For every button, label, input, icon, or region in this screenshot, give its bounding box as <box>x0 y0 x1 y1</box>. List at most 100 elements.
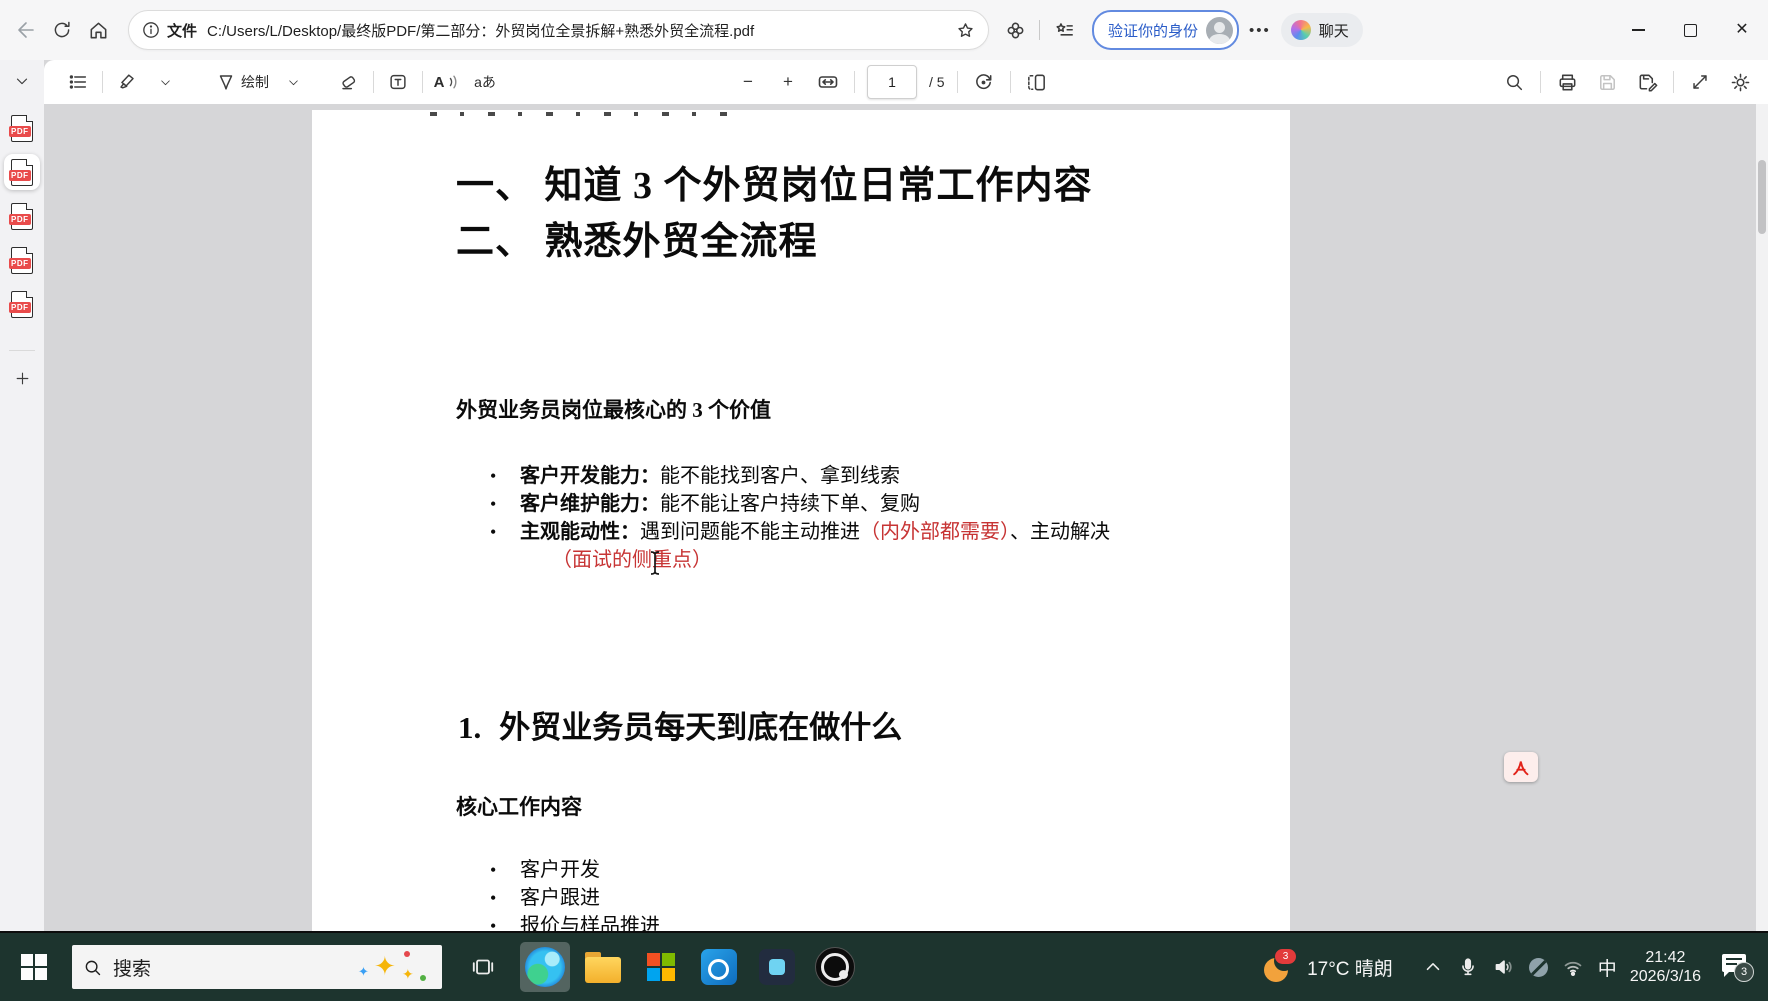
task-view-icon <box>470 954 496 980</box>
browser-toolbar: 文件 C:/Users/L/Desktop/最终版PDF/第二部分：外贸岗位全景… <box>0 0 1768 60</box>
toolbar-divider <box>422 71 423 93</box>
extensions-icon <box>1004 19 1027 42</box>
weather-text[interactable]: 17°C 晴朗 <box>1307 954 1393 981</box>
table-of-contents-button[interactable] <box>64 66 92 98</box>
chevron-down-icon <box>287 76 300 89</box>
microphone-icon[interactable] <box>1457 956 1479 978</box>
settings-more-button[interactable]: ••• <box>1249 22 1271 39</box>
toolbar-divider <box>1673 71 1674 93</box>
weather-widget[interactable]: 3 <box>1264 952 1294 982</box>
page-info-icon[interactable] <box>141 20 161 40</box>
highlight-options-button[interactable] <box>151 66 179 98</box>
tab-actions-button[interactable] <box>7 68 37 94</box>
clock-widget[interactable]: 21:42 2026/3/16 <box>1630 948 1701 986</box>
obs-studio-icon <box>815 947 855 987</box>
read-aloud-button[interactable]: A <box>433 66 461 98</box>
print-button[interactable] <box>1553 66 1581 98</box>
expand-icon <box>1689 71 1711 93</box>
copilot-sparkles-icon: ✦✦✦ <box>352 945 432 989</box>
status-disabled-icon[interactable] <box>1529 958 1548 977</box>
taskbar-dark-app-button[interactable] <box>752 942 802 992</box>
erase-button[interactable] <box>335 66 363 98</box>
page-layout-icon <box>1025 71 1048 94</box>
zoom-out-button[interactable]: − <box>734 66 762 98</box>
save-as-button[interactable] <box>1633 66 1661 98</box>
highlight-button[interactable] <box>113 66 141 98</box>
refresh-button[interactable] <box>44 12 80 48</box>
close-button[interactable]: ✕ <box>1716 0 1768 60</box>
page-number-input[interactable] <box>867 65 917 99</box>
bullet-label: 客户维护能力： <box>520 493 660 515</box>
translate-button[interactable]: aあ <box>471 66 499 98</box>
draw-label: 绘制 <box>241 72 269 92</box>
window-controls: ✕ <box>1612 0 1768 60</box>
core-values-list: •客户开发能力：能不能找到客户、拿到线索 •客户维护能力：能不能让客户持续下单、… <box>488 462 1168 574</box>
favorite-star-icon[interactable] <box>955 20 976 41</box>
home-button[interactable] <box>80 12 116 48</box>
start-button[interactable] <box>10 943 58 991</box>
notification-icon-tail <box>1724 971 1730 977</box>
search-document-button[interactable] <box>1500 66 1528 98</box>
taskbar-file-explorer-button[interactable] <box>578 942 628 992</box>
save-button[interactable] <box>1593 66 1621 98</box>
new-tab-button[interactable] <box>7 363 37 393</box>
copilot-icon <box>1291 20 1311 40</box>
fit-to-width-button[interactable] <box>814 66 842 98</box>
list-item: •主观能动性：遇到问题能不能主动推进（内外部都需要）、主动解决 （面试的侧重点） <box>488 518 1168 574</box>
hidden-icons-chevron[interactable] <box>1422 956 1444 978</box>
refresh-icon <box>51 19 73 41</box>
highlighter-icon <box>116 71 138 93</box>
network-signal-icon[interactable] <box>1561 955 1585 979</box>
vertical-scrollbar[interactable] <box>1756 104 1768 933</box>
vertical-tab-pdf-2-active[interactable]: PDF <box>4 154 40 190</box>
taskbar-obs-button[interactable] <box>810 942 860 992</box>
address-url-text: C:/Users/L/Desktop/最终版PDF/第二部分：外贸岗位全景拆解+… <box>207 20 949 41</box>
outlook-icon <box>701 949 737 985</box>
toolbar-divider <box>854 71 855 93</box>
taskbar-outlook-button[interactable] <box>694 942 744 992</box>
time-text: 21:42 <box>1645 948 1685 967</box>
add-text-button[interactable] <box>384 66 412 98</box>
printer-icon <box>1556 71 1579 94</box>
back-button[interactable] <box>8 12 44 48</box>
notification-center-button[interactable]: 3 <box>1720 950 1754 984</box>
bullet-text-red: （内外部都需要） <box>860 521 1010 543</box>
vertical-tab-pdf-1[interactable]: PDF <box>4 110 40 146</box>
maximize-icon <box>1684 24 1697 37</box>
taskbar-search-box[interactable]: 搜索 ✦✦✦ <box>72 945 442 989</box>
vertical-tab-pdf-5[interactable]: PDF <box>4 286 40 322</box>
core-work-title: 核心工作内容 <box>456 791 582 821</box>
verify-identity-button[interactable]: 验证你的身份 <box>1092 10 1239 50</box>
pdf-file-icon: PDF <box>11 115 33 142</box>
favorites-bar-button[interactable] <box>1046 12 1082 48</box>
extensions-button[interactable] <box>997 12 1033 48</box>
pdf-settings-button[interactable] <box>1726 66 1754 98</box>
vertical-tab-pdf-3[interactable]: PDF <box>4 198 40 234</box>
bullet-dot: • <box>490 490 496 518</box>
task-view-button[interactable] <box>458 942 508 992</box>
address-bar[interactable]: 文件 C:/Users/L/Desktop/最终版PDF/第二部分：外贸岗位全景… <box>128 10 989 50</box>
adobe-acrobat-icon <box>1510 757 1532 777</box>
rotate-button[interactable] <box>970 66 998 98</box>
fullscreen-button[interactable] <box>1686 66 1714 98</box>
vertical-tab-pdf-4[interactable]: PDF <box>4 242 40 278</box>
draw-button[interactable]: 绘制 <box>215 66 269 98</box>
taskbar-microsoft-store-button[interactable] <box>636 942 686 992</box>
bullet-dot: • <box>490 884 496 912</box>
minimize-button[interactable] <box>1612 0 1664 60</box>
tabs-divider <box>9 350 35 351</box>
speaker-icon[interactable] <box>1492 955 1516 979</box>
copilot-chat-button[interactable]: 聊天 <box>1281 13 1363 47</box>
taskbar-edge-button[interactable] <box>520 942 570 992</box>
scrollbar-thumb[interactable] <box>1758 160 1766 234</box>
ime-indicator[interactable]: 中 <box>1598 954 1617 981</box>
zoom-in-button[interactable]: + <box>774 66 802 98</box>
weather-badge: 3 <box>1275 949 1296 964</box>
page-view-button[interactable] <box>1023 66 1051 98</box>
open-in-acrobat-button[interactable] <box>1504 752 1538 782</box>
back-arrow-icon <box>14 18 38 42</box>
maximize-button[interactable] <box>1664 0 1716 60</box>
close-icon: ✕ <box>1735 22 1748 38</box>
draw-options-button[interactable] <box>279 66 307 98</box>
section-1-heading: 1.外贸业务员每天到底在做什么 <box>458 702 902 747</box>
